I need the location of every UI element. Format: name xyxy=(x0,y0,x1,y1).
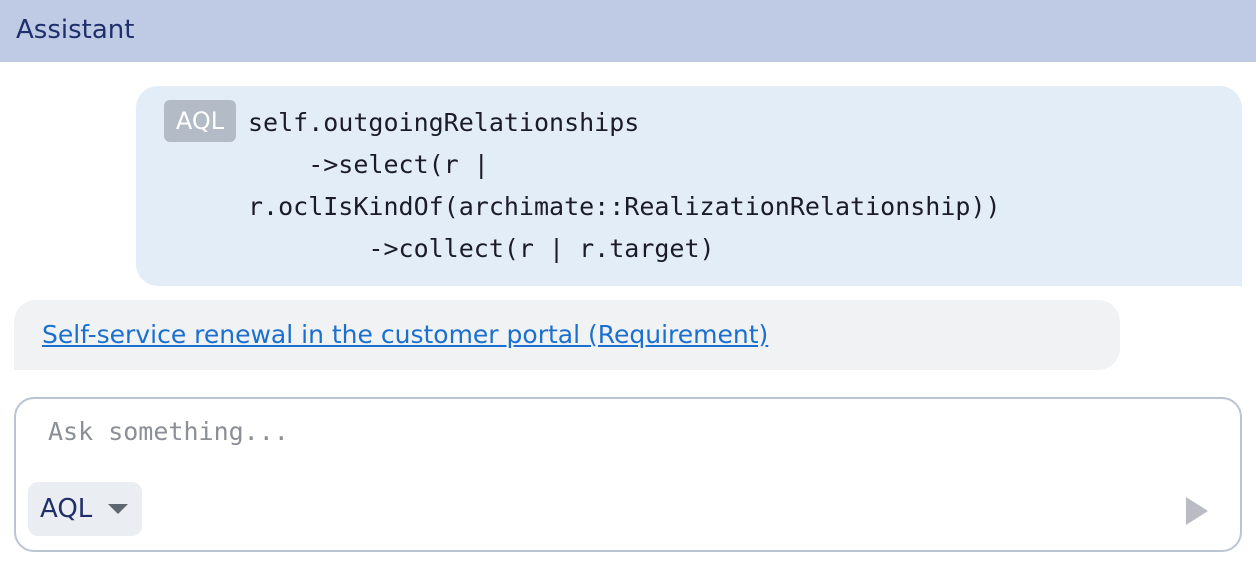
chevron-down-icon xyxy=(108,504,128,514)
ask-input[interactable] xyxy=(36,411,1160,451)
app-header: Assistant xyxy=(0,0,1256,62)
send-button[interactable] xyxy=(1178,491,1214,531)
query-language-badge: AQL xyxy=(164,100,236,142)
send-icon xyxy=(1186,497,1208,525)
message-composer: AQL xyxy=(14,397,1242,552)
language-select-label: AQL xyxy=(40,494,93,524)
header-title: Assistant xyxy=(16,15,135,45)
user-message-bubble: AQL self.outgoingRelationships ->select(… xyxy=(136,86,1242,286)
language-select[interactable]: AQL xyxy=(28,482,142,536)
result-link[interactable]: Self-service renewal in the customer por… xyxy=(42,318,768,352)
query-code: self.outgoingRelationships ->select(r | … xyxy=(248,108,1001,263)
assistant-result-bubble: Self-service renewal in the customer por… xyxy=(14,300,1120,370)
